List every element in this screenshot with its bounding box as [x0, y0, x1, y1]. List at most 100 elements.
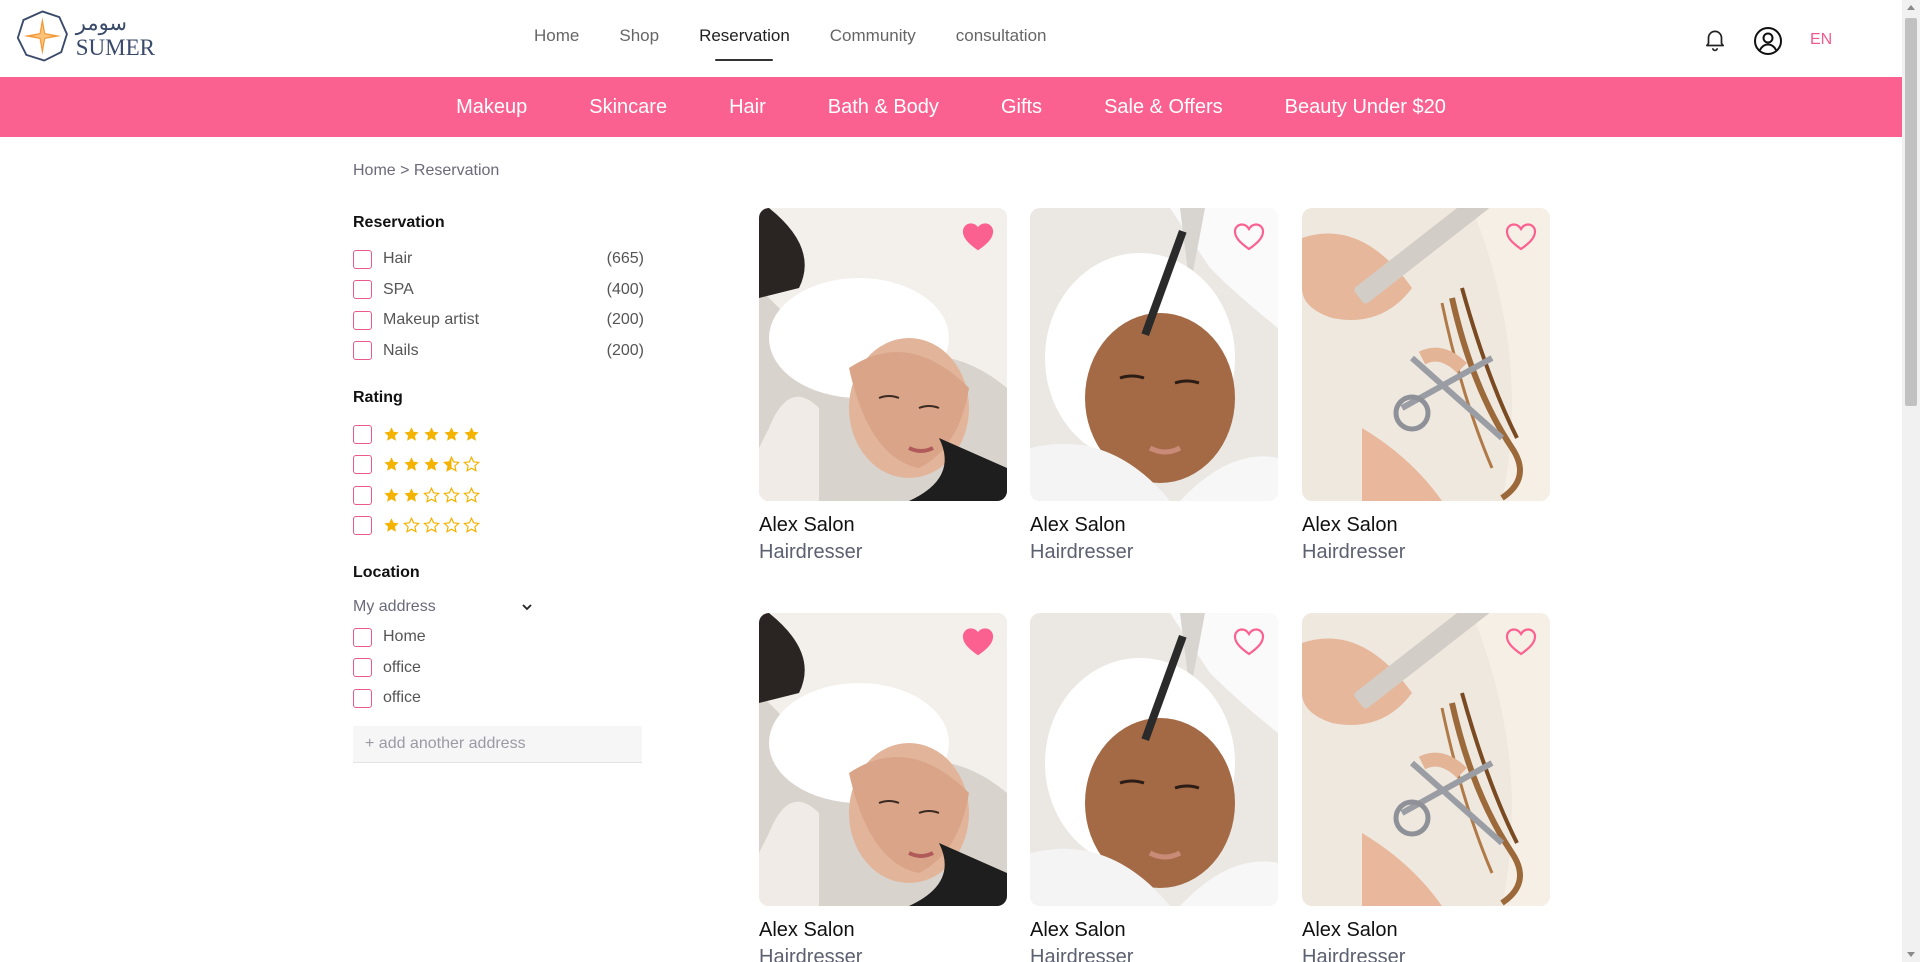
category-hair[interactable]: Hair: [729, 96, 766, 119]
salon-name[interactable]: Alex Salon: [759, 919, 1007, 942]
star-empty-icon: [423, 517, 440, 534]
address-select[interactable]: My address: [353, 592, 535, 622]
star-filled-icon: [384, 457, 399, 471]
salon-image[interactable]: [1302, 613, 1550, 906]
breadcrumb[interactable]: Home > Reservation: [353, 162, 499, 180]
salon-name[interactable]: Alex Salon: [1302, 514, 1550, 537]
rating-filter-option[interactable]: [353, 511, 653, 542]
rating-stars: [383, 486, 480, 504]
rating-filter-option[interactable]: [353, 450, 653, 481]
checkbox[interactable]: [353, 688, 372, 708]
salon-type: Hairdresser: [759, 541, 863, 563]
category-beauty-under-20[interactable]: Beauty Under $20: [1285, 96, 1446, 119]
checkbox[interactable]: [353, 455, 372, 475]
category-makeup[interactable]: Makeup: [456, 96, 527, 119]
reservation-filter-option[interactable]: SPA (400): [353, 275, 653, 306]
star-filled-icon: [424, 457, 439, 471]
category-bath-body[interactable]: Bath & Body: [828, 96, 939, 119]
salon-image[interactable]: [759, 613, 1007, 906]
filter-option-label: Nails: [383, 341, 419, 359]
heart-outline-icon[interactable]: [1505, 627, 1537, 657]
category-sale-offers[interactable]: Sale & Offers: [1104, 96, 1223, 119]
salon-name[interactable]: Alex Salon: [1030, 919, 1278, 942]
checkbox[interactable]: [353, 310, 372, 330]
nav-item-consultation[interactable]: consultation: [956, 26, 1047, 46]
star-empty-icon: [463, 486, 480, 503]
filter-option-label: office: [383, 658, 421, 676]
salon-card[interactable]: Alex Salon Hairdresser: [759, 613, 1007, 962]
heart-outline-icon[interactable]: [1233, 627, 1265, 657]
filter-sidebar: Reservation Hair (665) SPA (400) Makeup arti…: [353, 214, 653, 763]
star-filled-icon: [404, 487, 419, 502]
heart-filled-icon[interactable]: [962, 222, 994, 252]
checkbox[interactable]: [353, 485, 372, 505]
add-address-button[interactable]: + add another address: [353, 725, 642, 763]
checkbox[interactable]: [353, 658, 372, 678]
salon-card[interactable]: Alex Salon Hairdresser: [759, 208, 1007, 564]
salon-image[interactable]: [759, 208, 1007, 501]
location-filter-option[interactable]: office: [353, 683, 653, 714]
salon-card[interactable]: Alex Salon Hairdresser: [1030, 208, 1278, 564]
heart-outline-icon[interactable]: [1233, 222, 1265, 252]
brand-name-arabic: سومر: [75, 11, 128, 35]
nav-item-shop[interactable]: Shop: [619, 26, 659, 46]
heart-filled-icon[interactable]: [962, 627, 994, 657]
star-half-icon: [443, 456, 460, 473]
filter-option-count: (200): [606, 341, 644, 359]
heart-outline-icon[interactable]: [1505, 222, 1537, 252]
salon-name[interactable]: Alex Salon: [759, 514, 1007, 537]
category-gifts[interactable]: Gifts: [1001, 96, 1042, 119]
rating-filter-option[interactable]: [353, 480, 653, 511]
star-empty-icon: [443, 486, 460, 503]
checkbox[interactable]: [353, 516, 372, 536]
reservation-filter-option[interactable]: Nails (200): [353, 336, 653, 367]
notification-bell-icon[interactable]: [1702, 26, 1728, 52]
reservation-filter-option[interactable]: Makeup artist (200): [353, 305, 653, 336]
filter-option-count: (200): [606, 311, 644, 329]
filter-option-count: (665): [606, 250, 644, 268]
salon-card[interactable]: Alex Salon Hairdresser: [1030, 613, 1278, 962]
scroll-down-arrow-icon[interactable]: [1907, 952, 1915, 957]
location-filter-option[interactable]: Home: [353, 622, 653, 653]
salon-type: Hairdresser: [759, 946, 863, 962]
nav-item-home[interactable]: Home: [534, 26, 579, 46]
reservation-filter-option[interactable]: Hair (665): [353, 244, 653, 275]
salon-image[interactable]: [1030, 613, 1278, 906]
checkbox[interactable]: [353, 249, 372, 269]
salon-card[interactable]: Alex Salon Hairdresser: [1302, 208, 1550, 564]
language-switch[interactable]: EN: [1810, 31, 1832, 49]
checkbox[interactable]: [353, 341, 372, 361]
location-filter-option[interactable]: office: [353, 653, 653, 684]
star-filled-icon: [464, 426, 479, 441]
location-filter-title: Location: [353, 564, 420, 581]
filter-option-label: SPA: [383, 280, 414, 298]
brand-logo[interactable]: سومر SUMER: [15, 8, 155, 64]
scroll-thumb[interactable]: [1905, 18, 1917, 406]
page-scrollbar[interactable]: [1902, 0, 1920, 962]
checkbox[interactable]: [353, 627, 372, 647]
filter-option-label: office: [383, 689, 421, 707]
nav-item-reservation[interactable]: Reservation: [699, 26, 790, 61]
rating-filter-title: Rating: [353, 389, 403, 406]
salon-name[interactable]: Alex Salon: [1302, 919, 1550, 942]
salon-card[interactable]: Alex Salon Hairdresser: [1302, 613, 1550, 962]
nav-item-community[interactable]: Community: [830, 26, 916, 46]
salon-name[interactable]: Alex Salon: [1030, 514, 1278, 537]
rating-stars: [383, 456, 480, 473]
chevron-down-icon: [522, 604, 532, 611]
salon-image[interactable]: [1030, 208, 1278, 501]
scroll-up-arrow-icon[interactable]: [1907, 5, 1915, 10]
filter-option-label: Hair: [383, 250, 413, 268]
filter-option-count: (400): [606, 280, 644, 298]
top-header: سومر SUMER Home Shop Reservation Community c…: [0, 0, 1902, 77]
category-skincare[interactable]: Skincare: [589, 96, 667, 119]
checkbox[interactable]: [353, 424, 372, 444]
star-filled-icon: [444, 426, 459, 441]
reservation-filter-title: Reservation: [353, 214, 445, 231]
brand-name: SUMER: [75, 35, 155, 60]
salon-image[interactable]: [1302, 208, 1550, 501]
account-icon[interactable]: [1753, 26, 1783, 56]
star-filled-icon: [384, 518, 399, 532]
rating-filter-option[interactable]: [353, 419, 653, 450]
checkbox[interactable]: [353, 280, 372, 300]
